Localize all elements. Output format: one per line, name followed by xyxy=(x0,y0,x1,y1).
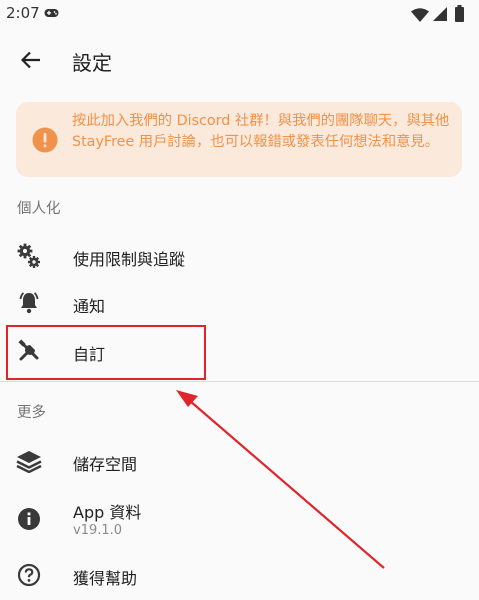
highlight-box xyxy=(6,325,206,380)
layers-icon xyxy=(16,448,42,474)
banner-text: 按此加入我們的 Discord 社群！與我們的團隊聊天，與其他 StayFree… xyxy=(72,113,450,150)
list-item-notifications[interactable]: 通知 xyxy=(0,280,479,326)
list-item-label: 獲得幫助 xyxy=(73,569,138,588)
list-item-storage[interactable]: 儲存空間 xyxy=(0,438,479,484)
app-version: v19.1.0 xyxy=(73,523,123,538)
list-item-usage-limits[interactable]: 使用限制與追蹤 xyxy=(0,233,479,279)
page-title: 設定 xyxy=(72,51,112,75)
arrow-left-icon xyxy=(21,51,40,69)
list-item-label: 儲存空間 xyxy=(73,455,138,474)
status-bar: 2:07 xyxy=(0,0,479,28)
cellular-icon xyxy=(433,7,447,21)
list-item-help[interactable]: 獲得幫助 xyxy=(0,552,479,598)
gears-icon xyxy=(16,243,42,269)
list-item-label: 通知 xyxy=(73,297,106,316)
info-circle-icon xyxy=(16,506,42,532)
divider xyxy=(0,381,479,382)
section-header-more: 更多 xyxy=(17,405,46,421)
exclamation-circle-icon xyxy=(32,127,58,153)
wifi-icon xyxy=(411,8,429,22)
discord-banner[interactable]: 按此加入我們的 Discord 社群！與我們的團隊聊天，與其他 StayFree… xyxy=(16,102,462,177)
list-item-label: 使用限制與追蹤 xyxy=(73,250,186,269)
section-header-personalization: 個人化 xyxy=(17,201,61,217)
status-icons xyxy=(411,5,469,23)
list-item-app-info[interactable]: App 資料 xyxy=(0,490,479,548)
bell-icon xyxy=(16,290,42,316)
back-button[interactable] xyxy=(14,45,48,75)
help-circle-icon xyxy=(16,562,42,588)
list-item-label: App 資料 xyxy=(73,503,142,522)
gamepad-icon xyxy=(44,9,59,17)
battery-icon xyxy=(455,5,464,22)
status-time: 2:07 xyxy=(6,4,40,22)
